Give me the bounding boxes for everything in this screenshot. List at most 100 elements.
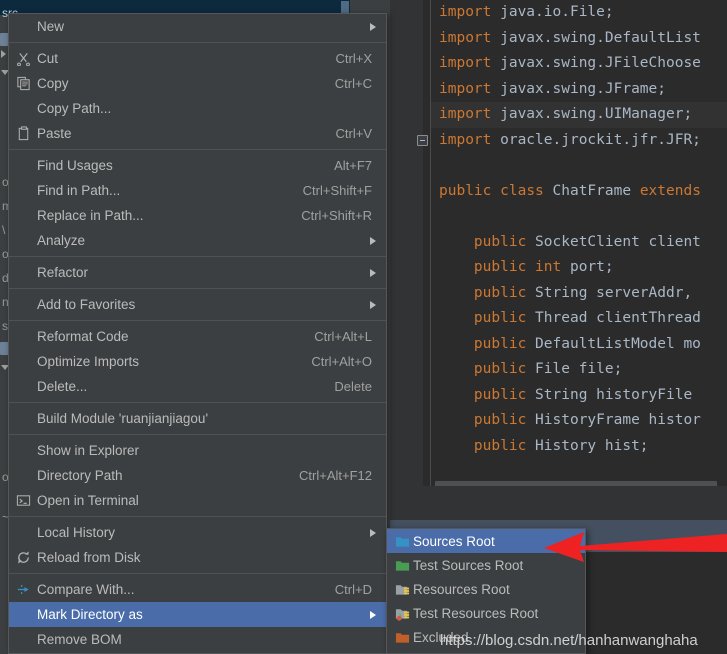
menu-item-label: New — [37, 19, 65, 34]
menu-item-reload-from-disk[interactable]: Reload from Disk — [9, 545, 386, 570]
menu-item-mark-directory-as[interactable]: Mark Directory as — [9, 602, 386, 627]
menu-item-delete[interactable]: Delete... Delete — [9, 374, 386, 399]
menu-item-build-module[interactable]: Build Module 'ruanjianjiagou' — [9, 406, 386, 431]
code-token: int — [535, 259, 562, 275]
submenu-chevron-icon — [370, 528, 376, 537]
menu-item-shortcut: Ctrl+Alt+L — [314, 329, 372, 344]
folder-blue-icon — [395, 536, 409, 547]
menu-item-compare-with[interactable]: Compare With... Ctrl+D — [9, 577, 386, 602]
menu-item-open-in-terminal[interactable]: Open in Terminal — [9, 488, 386, 513]
code-fold-icon[interactable] — [417, 134, 428, 146]
submenu-item-test-sources-root[interactable]: Test Sources Root — [387, 553, 585, 577]
menu-item-icon-slot — [9, 545, 37, 570]
submenu-item-icon-slot — [391, 625, 413, 649]
code-content: import java.io.File; import javax.swing.D… — [431, 0, 727, 459]
code-token: ChatFrame — [543, 182, 640, 199]
menu-item-local-history[interactable]: Local History — [9, 520, 386, 545]
submenu-item-generated-sources[interactable] — [387, 649, 585, 653]
submenu-chevron-icon — [370, 610, 376, 619]
menu-item-label: Find in Path... — [37, 183, 121, 198]
code-token: javax.swing.JFileChoose — [491, 55, 701, 71]
code-token: public — [473, 310, 527, 326]
menu-item-shortcut: Ctrl+V — [335, 126, 372, 141]
code-line: public Thread clientThread — [431, 306, 727, 332]
menu-item-label: Replace in Path... — [37, 208, 144, 223]
menu-separator — [9, 288, 386, 289]
menu-item-copy-path[interactable]: Copy Path... — [9, 96, 386, 121]
menu-separator — [9, 149, 386, 150]
menu-item-replace-in-path[interactable]: Replace in Path... Ctrl+Shift+R — [9, 203, 386, 228]
menu-item-icon-slot — [9, 178, 37, 203]
code-token: oracle.jrockit.jfr.JFR; — [491, 131, 701, 148]
code-token: public — [473, 284, 527, 301]
menu-item-label: Show in Explorer — [37, 443, 140, 458]
menu-item-icon-slot — [9, 292, 37, 317]
code-token: extends — [639, 182, 701, 199]
menu-item-analyze[interactable]: Analyze — [9, 228, 386, 253]
submenu-item-label: Test Sources Root — [413, 557, 524, 573]
code-line: public int port; — [431, 255, 727, 281]
code-line: import javax.swing.DefaultList — [431, 26, 727, 52]
folder-green-icon — [395, 560, 409, 571]
code-line: import javax.swing.UIManager; — [431, 102, 727, 128]
menu-item-icon-slot — [9, 520, 37, 545]
compare-icon — [17, 585, 29, 594]
editor-lower-panel — [390, 486, 727, 520]
menu-item-shortcut: Ctrl+X — [335, 51, 372, 66]
menu-item-new[interactable]: New — [9, 14, 386, 39]
menu-item-optimize-imports[interactable]: Optimize Imports Ctrl+Alt+O — [9, 349, 386, 374]
menu-item-label: Open in Terminal — [37, 493, 139, 508]
code-token: public — [473, 259, 527, 275]
folder-test-res-icon — [395, 608, 409, 621]
menu-item-find-in-path[interactable]: Find in Path... Ctrl+Shift+F — [9, 178, 386, 203]
context-menu[interactable]: New Cut Ctrl+X Copy Ctrl+C Copy Path... Paste C… — [8, 13, 387, 654]
menu-item-shortcut: Ctrl+Shift+R — [301, 208, 372, 223]
menu-item-icon-slot — [9, 14, 37, 39]
menu-item-label: Copy Path... — [37, 101, 112, 116]
tree-expand-arrow-icon[interactable] — [1, 50, 6, 58]
code-token: import — [439, 80, 492, 97]
menu-item-directory-path[interactable]: Directory Path Ctrl+Alt+F12 — [9, 463, 386, 488]
menu-item-copy[interactable]: Copy Ctrl+C — [9, 71, 386, 96]
menu-item-reformat-code[interactable]: Reformat Code Ctrl+Alt+L — [9, 324, 386, 349]
menu-item-refactor[interactable]: Refactor — [9, 260, 386, 285]
refresh-icon — [17, 551, 29, 564]
folder-gray-res-icon — [395, 584, 409, 595]
code-token: public — [473, 335, 527, 352]
code-token: import — [439, 55, 492, 71]
code-token: DefaultListModel mo — [526, 335, 701, 352]
menu-item-remove-bom[interactable]: Remove BOM — [9, 627, 386, 652]
screenshot-root: import java.io.File; import javax.swing.D… — [0, 0, 727, 654]
watermark-url: https://blog.csdn.net/hanhanwanghaha — [440, 632, 698, 649]
menu-item-cut[interactable]: Cut Ctrl+X — [9, 46, 386, 71]
menu-item-icon-slot — [9, 71, 37, 96]
menu-item-paste[interactable]: Paste Ctrl+V — [9, 121, 386, 146]
menu-item-label: Add to Favorites — [37, 297, 136, 312]
menu-item-find-usages[interactable]: Find Usages Alt+F7 — [9, 153, 386, 178]
folder-orange-icon — [395, 632, 409, 643]
menu-item-label: Mark Directory as — [37, 607, 143, 622]
submenu-item-resources-root[interactable]: Resources Root — [387, 577, 585, 601]
code-line: public SocketClient client — [431, 230, 727, 256]
submenu-item-sources-root[interactable]: Sources Root — [387, 529, 585, 553]
menu-item-label: Copy — [37, 76, 69, 91]
menu-item-icon-slot — [9, 627, 37, 652]
submenu-item-test-resources-root[interactable]: Test Resources Root — [387, 601, 585, 625]
menu-item-add-to-favorites[interactable]: Add to Favorites — [9, 292, 386, 317]
code-token: public — [473, 361, 527, 377]
code-line: public String historyFile — [431, 383, 727, 409]
menu-item-shortcut: Ctrl+Shift+F — [302, 183, 372, 198]
menu-item-show-in-explorer[interactable]: Show in Explorer — [9, 438, 386, 463]
menu-item-icon-slot — [9, 438, 37, 463]
code-token: class — [500, 182, 544, 199]
editor-gutter — [390, 0, 423, 486]
code-token: javax.swing.UIManager; — [491, 106, 693, 122]
code-token: SocketClient client — [526, 233, 701, 250]
